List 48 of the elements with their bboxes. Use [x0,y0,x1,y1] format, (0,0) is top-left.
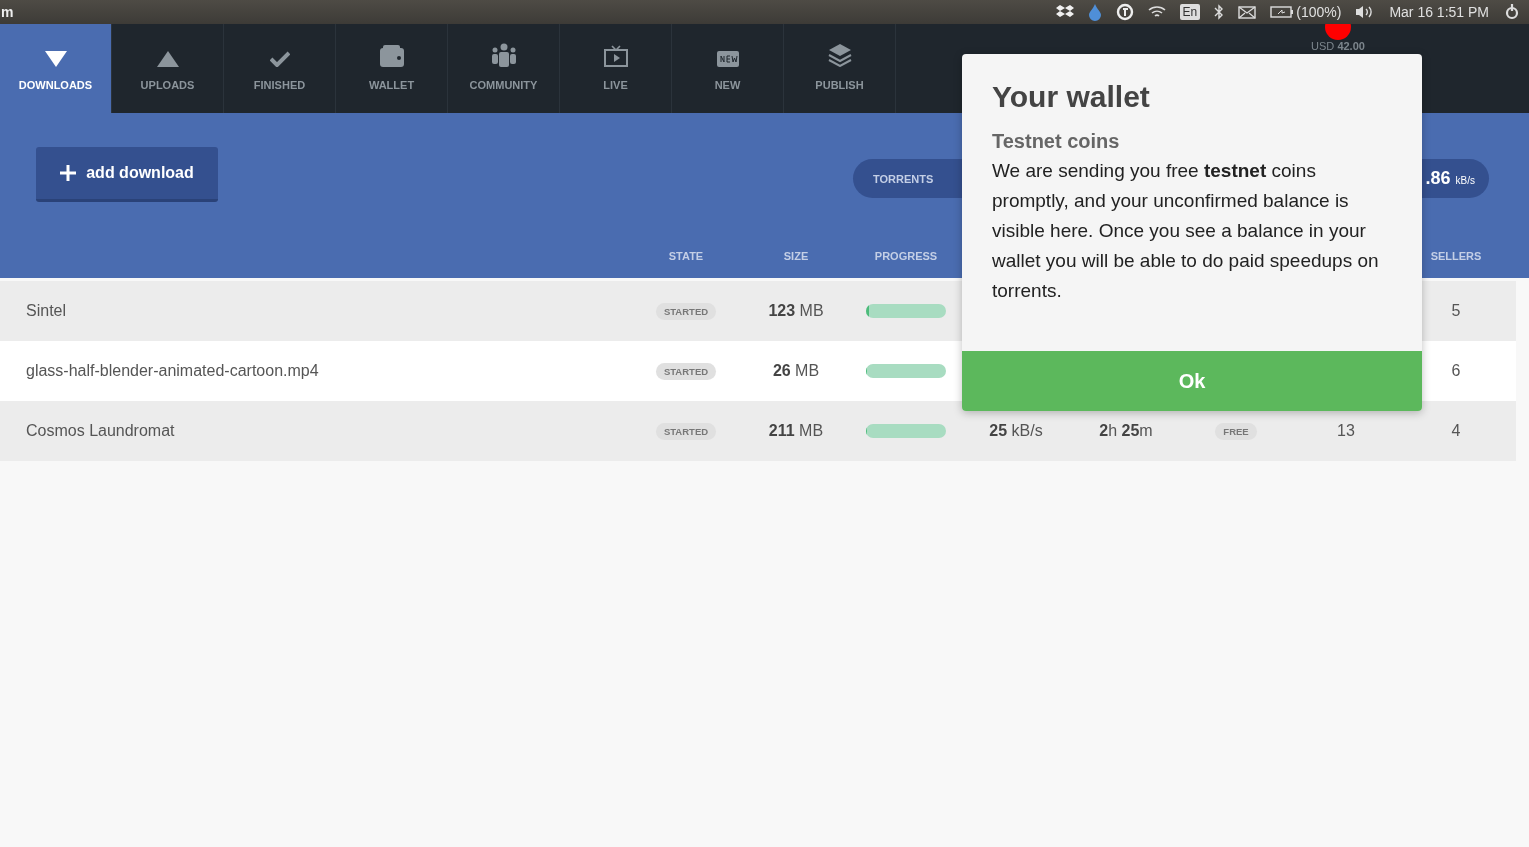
down-triangle-icon [44,51,67,67]
bluetooth-icon[interactable] [1214,4,1225,20]
size-cell: 123 MB [768,302,824,320]
dialog-subtitle: Testnet coins [992,129,1121,154]
price-tag: FREE [1215,422,1257,440]
keyboard-indicator[interactable]: En [1179,4,1201,20]
time-cell: 2h 25m [1099,422,1153,440]
state-tag: STARTED [655,302,717,320]
wallet-balance[interactable]: USD 42.00 [1311,40,1365,52]
clock[interactable]: Mar 16 1:51 PM [1389,4,1489,20]
state-tag: STARTED [655,362,717,380]
wifi-icon[interactable] [1147,5,1166,19]
new-badge-icon [716,51,739,67]
speed-readout: .86 kB/s [1425,168,1475,189]
mail-icon[interactable] [1238,5,1257,19]
column-header[interactable]: PROGRESS [874,250,938,262]
nav-tab[interactable]: DOWNLOADS [0,24,112,113]
buyers-cell: 13 [1337,422,1355,440]
up-triangle-icon [156,51,179,67]
check-icon [269,51,290,67]
power-icon[interactable] [1503,3,1521,21]
column-header[interactable]: SELLERS [1430,250,1482,262]
speed-cell: 25 kB/s [989,422,1043,440]
sellers-cell: 4 [1451,422,1461,440]
dropbox-icon[interactable] [1055,4,1074,20]
dialog-title: Your wallet [992,80,1151,114]
torrent-name: Cosmos Laundromat [26,422,175,439]
column-header[interactable]: SIZE [783,250,809,262]
layers-icon [827,43,852,67]
torrent-name: Sintel [26,302,67,319]
state-tag: STARTED [655,422,717,440]
sellers-cell: 5 [1451,302,1461,320]
add-download-button[interactable]: add download [36,147,218,202]
pill-label[interactable]: TORRENTS [873,172,934,185]
wallet-icon [379,45,404,67]
column-header[interactable]: STATE [668,250,704,262]
battery-percent: (100%) [1296,4,1342,20]
battery-icon[interactable] [1270,6,1295,18]
tv-icon [603,45,628,67]
dialog-message: We are sending you free testnet coins promptly, and your unconfirmed balance is visible here. Once you see a balance in your wallet you will be able to do paid speedups on torrents. [992,159,1380,303]
size-cell: 211 MB [768,422,824,440]
drop-icon[interactable] [1087,3,1102,21]
app-name: m [0,4,14,20]
sellers-cell: 6 [1451,362,1461,380]
size-cell: 26 MB [772,362,820,380]
torrent-name: glass-half-blender-animated-cartoon.mp4 [26,362,319,379]
plus-icon [60,165,77,181]
people-icon [490,43,517,67]
